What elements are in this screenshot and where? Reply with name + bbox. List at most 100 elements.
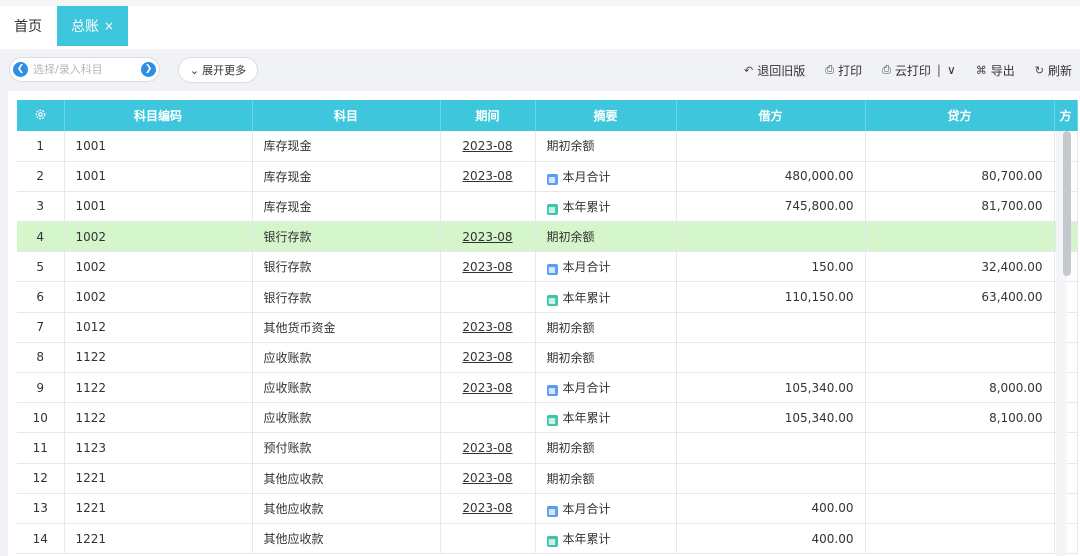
period-link[interactable]: 2023-08	[462, 169, 512, 183]
toolbar-actions: ↶ 退回旧版 ⎙ 打印 ⎙ 云打印 | ∨ ⌘ 导出 ↻ 刷新	[724, 49, 1072, 91]
print-button[interactable]: ⎙ 打印	[825, 62, 862, 79]
chevron-left-circle-icon[interactable]: ❮	[13, 62, 28, 77]
summary-text: 本年累计	[562, 532, 611, 547]
summary-cell: ▦ 本年累计	[535, 191, 677, 223]
calendar-month-icon: ▦	[546, 264, 558, 276]
tab-home[interactable]: 首页	[0, 6, 56, 46]
table-row[interactable]: 11 1123 预付账款 2023-08 期初余额	[17, 432, 1078, 464]
table-row[interactable]: 4 1002 银行存款 2023-08 期初余额	[17, 221, 1078, 253]
table-row[interactable]: 1 1001 库存现金 2023-08 期初余额	[17, 131, 1078, 162]
period-cell	[440, 523, 536, 555]
column-header-debit[interactable]: 借方	[676, 100, 866, 131]
table-row[interactable]: 5 1002 银行存款 2023-08 ▦ 本月合计 150.00 32,400.00	[17, 251, 1078, 283]
table-row[interactable]: 2 1001 库存现金 2023-08 ▦ 本月合计 480,000.00 80,700.00	[17, 161, 1078, 192]
summary-text: 期初余额	[546, 441, 595, 456]
table-row[interactable]: 14 1221 其他应收款 ▦ 本年累计 400.00	[17, 523, 1078, 555]
row-index: 9	[17, 372, 65, 404]
table-scrollbar-thumb[interactable]	[1063, 131, 1071, 276]
toolbar: ❮ ❯ ⌄ 展开更多 ↶ 退回旧版 ⎙ 打印 ⎙ 云打印 | ∨ ⌘ 导出 ↻ …	[0, 49, 1080, 91]
subject-name-cell: 库存现金	[252, 191, 441, 223]
summary-text: 期初余额	[546, 471, 595, 486]
gear-icon[interactable]	[34, 108, 47, 121]
subject-code-cell: 1001	[64, 131, 253, 162]
credit-cell	[865, 493, 1055, 524]
period-cell: 2023-08	[440, 161, 536, 192]
table-row[interactable]: 13 1221 其他应收款 2023-08 ▦ 本月合计 400.00	[17, 493, 1078, 524]
chevron-right-circle-icon[interactable]: ❯	[141, 62, 156, 77]
debit-cell: 400.00	[676, 523, 866, 555]
subject-name-cell: 其他应收款	[252, 523, 441, 555]
summary-cell: 期初余额	[535, 463, 677, 494]
subject-code-cell: 1122	[64, 342, 253, 374]
period-link[interactable]: 2023-08	[462, 139, 512, 153]
credit-cell	[865, 312, 1055, 343]
table-row[interactable]: 10 1122 应收账款 ▦ 本年累计 105,340.00 8,100.00	[17, 402, 1078, 434]
debit-cell: 745,800.00	[676, 191, 866, 223]
column-header-code[interactable]: 科目编码	[64, 100, 253, 131]
debit-cell	[676, 221, 866, 253]
credit-cell	[865, 221, 1055, 253]
column-settings[interactable]	[17, 100, 65, 131]
row-index: 8	[17, 342, 65, 374]
period-cell: 2023-08	[440, 432, 536, 464]
chevron-down-icon[interactable]: ∨	[947, 63, 956, 77]
period-cell	[440, 281, 536, 313]
debit-cell: 105,340.00	[676, 372, 866, 404]
debit-cell: 105,340.00	[676, 402, 866, 434]
close-icon[interactable]: ×	[104, 19, 114, 33]
row-index: 7	[17, 312, 65, 343]
period-link[interactable]: 2023-08	[462, 471, 512, 485]
subject-name-cell: 其他应收款	[252, 463, 441, 494]
debit-cell: 400.00	[676, 493, 866, 524]
table-row[interactable]: 7 1012 其他货币资金 2023-08 期初余额	[17, 312, 1078, 343]
export-button[interactable]: ⌘ 导出	[976, 62, 1015, 79]
period-link[interactable]: 2023-08	[462, 320, 512, 334]
period-cell: 2023-08	[440, 342, 536, 374]
table-row[interactable]: 8 1122 应收账款 2023-08 期初余额	[17, 342, 1078, 374]
column-header-direction[interactable]: 方	[1054, 100, 1078, 131]
table-row[interactable]: 12 1221 其他应收款 2023-08 期初余额	[17, 463, 1078, 494]
subject-code-cell: 1122	[64, 402, 253, 434]
table-row[interactable]: 9 1122 应收账款 2023-08 ▦ 本月合计 105,340.00 8,000.00	[17, 372, 1078, 404]
expand-more-button[interactable]: ⌄ 展开更多	[178, 57, 258, 83]
credit-cell	[865, 342, 1055, 374]
period-link[interactable]: 2023-08	[462, 230, 512, 244]
subject-search-input[interactable]	[33, 63, 133, 76]
row-index: 4	[17, 221, 65, 253]
column-header-subject[interactable]: 科目	[252, 100, 441, 131]
summary-cell: ▦ 本年累计	[535, 281, 677, 313]
subject-name-cell: 库存现金	[252, 161, 441, 192]
credit-cell	[865, 432, 1055, 464]
tab-general-ledger-label: 总账	[70, 19, 99, 35]
credit-cell: 8,100.00	[865, 402, 1055, 434]
tab-general-ledger[interactable]: 总账 ×	[57, 6, 128, 46]
column-header-period[interactable]: 期间	[440, 100, 536, 131]
period-cell: 2023-08	[440, 221, 536, 253]
column-header-credit[interactable]: 贷方	[865, 100, 1055, 131]
revert-old-version-button[interactable]: ↶ 退回旧版	[744, 62, 805, 79]
debit-cell	[676, 463, 866, 494]
divider: |	[936, 63, 941, 77]
credit-cell	[865, 463, 1055, 494]
period-link[interactable]: 2023-08	[462, 350, 512, 364]
cloud-print-label: 云打印	[894, 63, 931, 78]
refresh-button[interactable]: ↻ 刷新	[1035, 62, 1072, 79]
subject-name-cell: 预付账款	[252, 432, 441, 464]
subject-name-cell: 应收账款	[252, 372, 441, 404]
table-row[interactable]: 3 1001 库存现金 ▦ 本年累计 745,800.00 81,700.00	[17, 191, 1078, 223]
period-link[interactable]: 2023-08	[462, 260, 512, 274]
period-link[interactable]: 2023-08	[462, 441, 512, 455]
row-index: 14	[17, 523, 65, 555]
summary-cell: ▦ 本月合计	[535, 372, 677, 404]
debit-cell	[676, 131, 866, 162]
undo-icon: ↶	[744, 63, 754, 77]
credit-cell: 8,000.00	[865, 372, 1055, 404]
subject-code-cell: 1001	[64, 191, 253, 223]
cloud-print-button[interactable]: ⎙ 云打印 | ∨	[882, 62, 956, 79]
period-link[interactable]: 2023-08	[462, 501, 512, 515]
summary-text: 本月合计	[562, 501, 611, 516]
column-header-summary[interactable]: 摘要	[535, 100, 677, 131]
summary-text: 本年累计	[562, 411, 611, 426]
table-row[interactable]: 6 1002 银行存款 ▦ 本年累计 110,150.00 63,400.00	[17, 281, 1078, 313]
period-link[interactable]: 2023-08	[462, 381, 512, 395]
